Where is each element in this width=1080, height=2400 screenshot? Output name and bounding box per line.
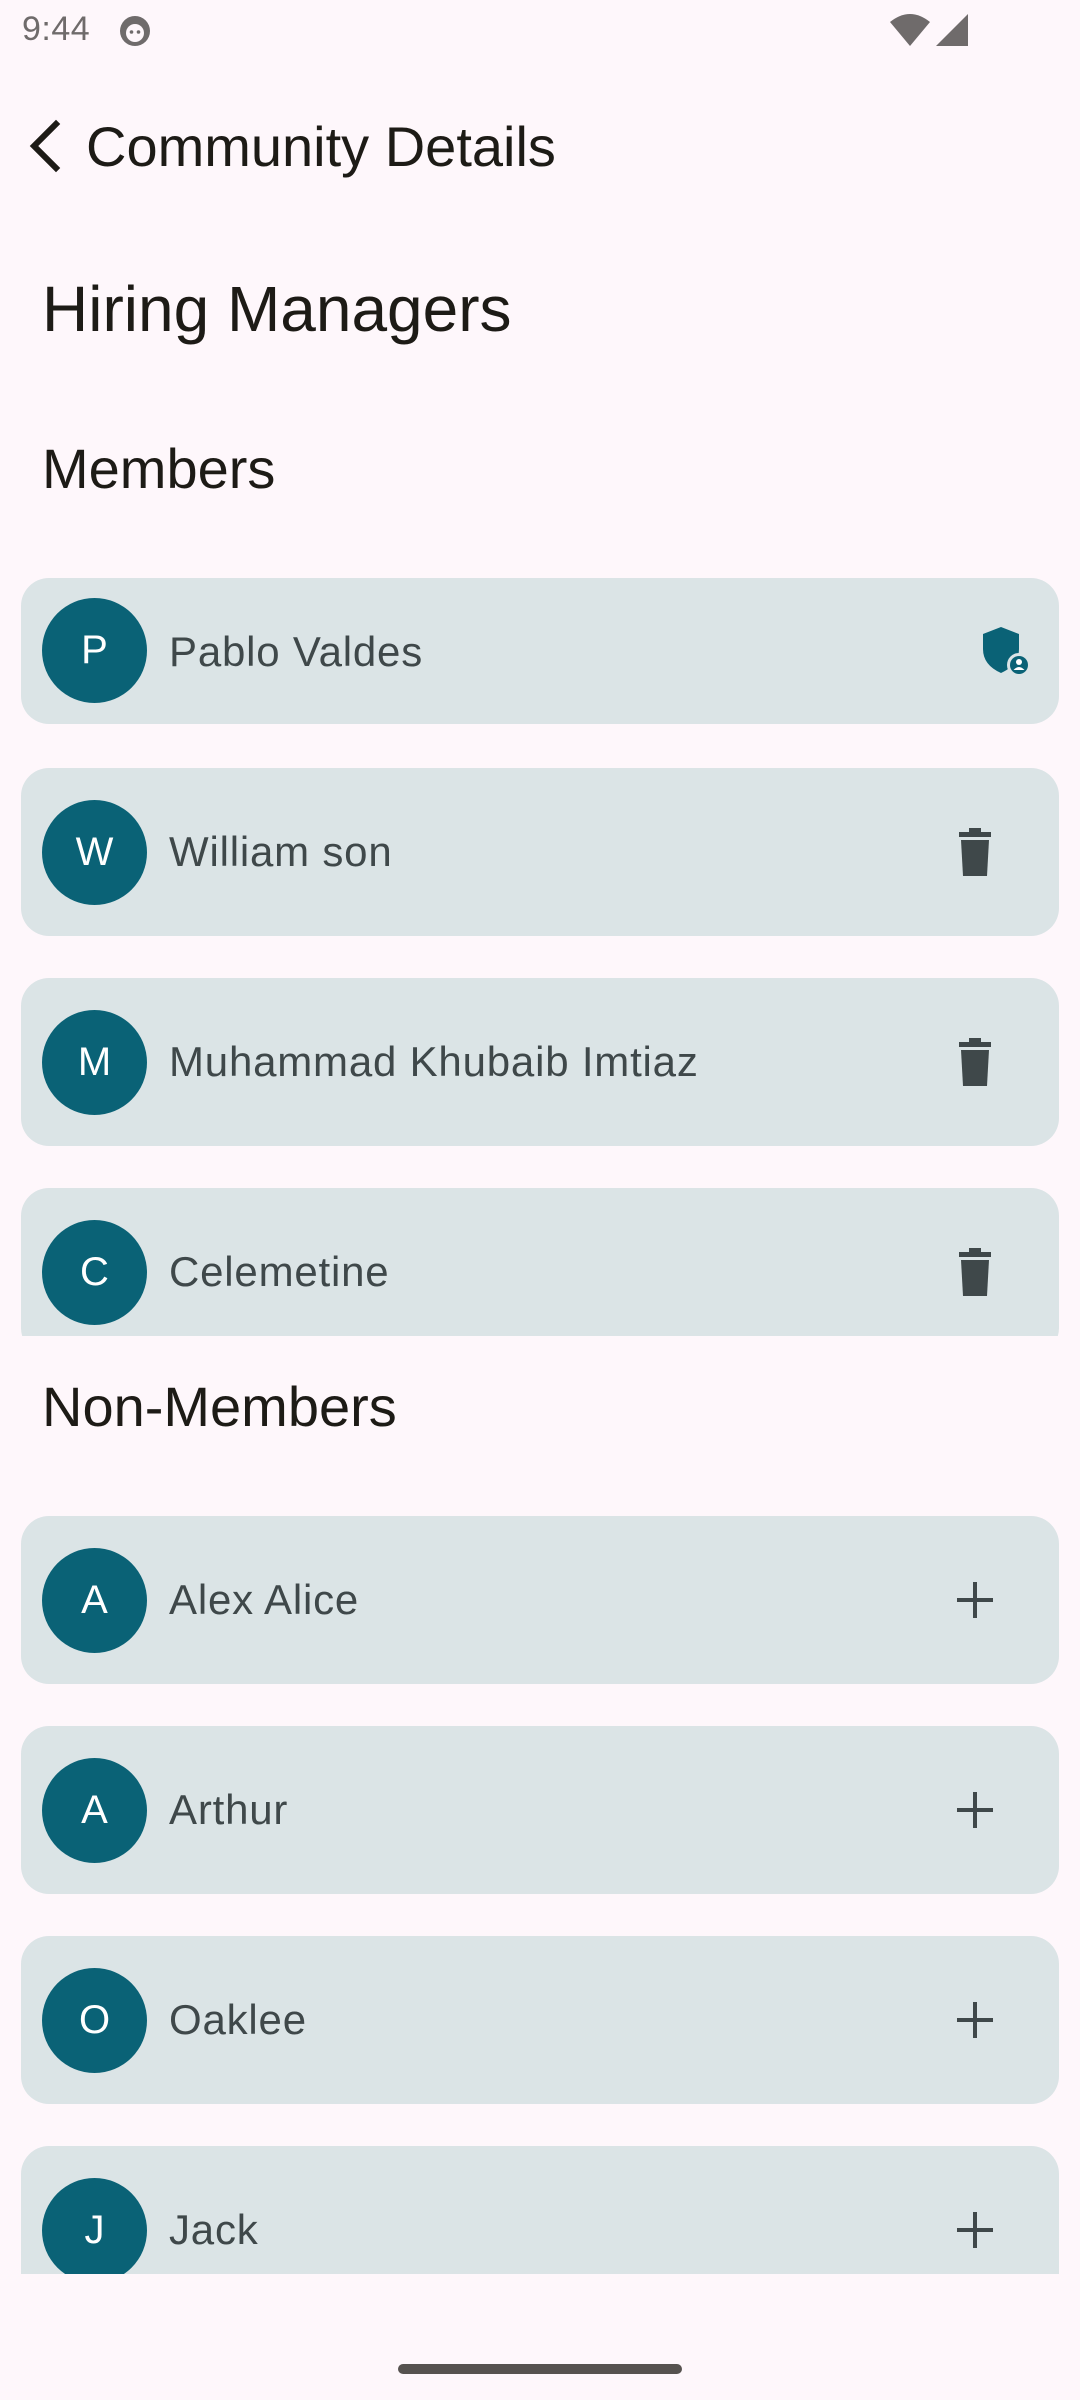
- cellular-signal-icon: [936, 14, 968, 46]
- community-name: Hiring Managers: [42, 273, 512, 345]
- avatar: A: [42, 1548, 147, 1653]
- avatar: M: [42, 1010, 147, 1115]
- member-name: William son: [169, 828, 393, 875]
- member-name: Alex Alice: [169, 1576, 360, 1623]
- delete-icon: [959, 1248, 991, 1296]
- add-icon: [957, 1582, 993, 1618]
- avatar: A: [42, 1758, 147, 1863]
- notification-face-icon: [120, 16, 150, 46]
- admin-shield-icon: [975, 621, 1035, 681]
- delete-button[interactable]: [945, 1032, 1005, 1092]
- member-name: Muhammad Khubaib Imtiaz: [169, 1038, 699, 1085]
- add-icon: [957, 2212, 993, 2248]
- member-name: Oaklee: [169, 1996, 307, 2043]
- delete-icon: [959, 828, 991, 876]
- non-member-card-alex-alice[interactable]: A Alex Alice: [21, 1516, 1059, 1684]
- add-member-button[interactable]: [945, 1780, 1005, 1840]
- delete-icon: [959, 1038, 991, 1086]
- member-card-pablo-valdes[interactable]: P Pablo Valdes: [21, 578, 1059, 724]
- add-member-button[interactable]: [945, 2200, 1005, 2260]
- back-arrow-icon[interactable]: [18, 116, 78, 176]
- status-time: 9:44: [22, 10, 91, 48]
- wifi-icon: [890, 14, 930, 46]
- avatar: W: [42, 800, 147, 905]
- non-members-list: A Alex Alice A Arthur O Oaklee J Jack: [0, 1516, 1080, 2274]
- home-indicator[interactable]: [398, 2364, 682, 2374]
- avatar: J: [42, 2178, 147, 2274]
- avatar: C: [42, 1220, 147, 1325]
- top-app-bar: Community Details: [0, 100, 1080, 196]
- non-member-card-arthur[interactable]: A Arthur: [21, 1726, 1059, 1894]
- delete-button[interactable]: [945, 1242, 1005, 1302]
- app-bar-title: Community Details: [86, 115, 556, 178]
- members-list: P Pablo Valdes W William son M Muhammad …: [0, 578, 1080, 1336]
- add-member-button[interactable]: [945, 1570, 1005, 1630]
- member-card-celemetine[interactable]: C Celemetine: [21, 1188, 1059, 1336]
- member-name: Celemetine: [169, 1248, 390, 1295]
- avatar: P: [42, 598, 147, 703]
- non-members-section-title: Non-Members: [42, 1375, 397, 1438]
- member-name: Jack: [169, 2206, 259, 2253]
- member-card-william-son[interactable]: W William son: [21, 768, 1059, 936]
- avatar: O: [42, 1968, 147, 2073]
- status-bar: 9:44: [0, 0, 1080, 62]
- member-name: Arthur: [169, 1786, 289, 1833]
- community-details-screen: 9:44 Community Details Hiring Managers M…: [0, 0, 1080, 2400]
- member-card-muhammad-khubaib-imtiaz[interactable]: M Muhammad Khubaib Imtiaz: [21, 978, 1059, 1146]
- non-member-card-oaklee[interactable]: O Oaklee: [21, 1936, 1059, 2104]
- non-member-card-jack[interactable]: J Jack: [21, 2146, 1059, 2274]
- add-icon: [957, 1792, 993, 1828]
- delete-button[interactable]: [945, 822, 1005, 882]
- member-name: Pablo Valdes: [169, 628, 423, 675]
- add-member-button[interactable]: [945, 1990, 1005, 2050]
- add-icon: [957, 2002, 993, 2038]
- members-section-title: Members: [42, 437, 276, 500]
